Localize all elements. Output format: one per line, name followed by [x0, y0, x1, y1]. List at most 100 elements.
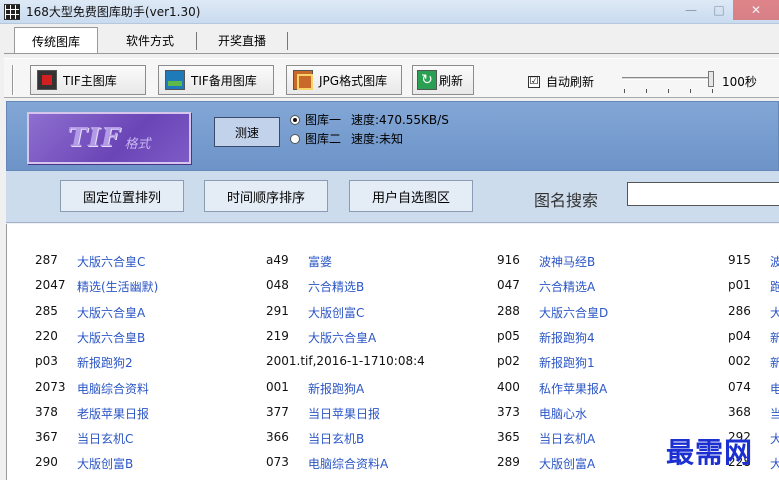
image-name-link[interactable]: 当日玄机C	[77, 430, 133, 447]
image-name-link[interactable]: 新	[770, 329, 779, 346]
minimize-button[interactable]: —	[677, 0, 705, 20]
image-name-link[interactable]: 波神马经B	[539, 253, 595, 270]
image-code: 220	[35, 328, 58, 343]
image-name-link[interactable]: 新报跑狗A	[308, 380, 364, 397]
image-code: p01	[728, 278, 751, 293]
image-code: 001	[266, 379, 289, 394]
auto-refresh-option[interactable]: ☑ 自动刷新	[528, 73, 594, 90]
image-code: 289	[497, 455, 520, 470]
image-code: 290	[35, 455, 58, 470]
toolbar-separator	[12, 65, 14, 95]
landscape-image-icon	[165, 70, 185, 90]
image-name-link[interactable]: 电脑综合资料A	[308, 455, 388, 472]
library-panel: TIF 格式 测速 图库一 速度:470.55KB/S 图库二 速度:未知	[6, 101, 779, 171]
window-controls: — □ ✕	[677, 0, 779, 20]
time-order-sort-button[interactable]: 时间顺序排序	[204, 180, 328, 212]
list-row: 290大版创富B073电脑综合资料A289大版创富A228大	[7, 450, 779, 475]
library-two-radio[interactable]	[290, 133, 300, 144]
slider-tick	[668, 89, 669, 93]
jpg-label: JPG格式图库	[319, 73, 388, 88]
library-two-speed: 速度:未知	[351, 132, 404, 146]
close-button[interactable]: ✕	[733, 0, 779, 20]
image-name-link[interactable]: 当日苹果日报	[308, 405, 380, 422]
image-name-link[interactable]: 波	[770, 253, 779, 270]
image-code: 291	[266, 303, 289, 318]
auto-refresh-checkbox[interactable]: ☑	[528, 75, 540, 88]
image-name-link[interactable]: 跑	[770, 278, 779, 295]
tab-panel-border	[4, 53, 779, 54]
slider-thumb[interactable]	[708, 71, 714, 87]
image-name-link[interactable]: 大版六合皇C	[77, 253, 145, 270]
list-row: 367当日玄机C366当日玄机B365当日玄机A292大	[7, 425, 779, 450]
image-name-link[interactable]: 大版六合皇A	[77, 304, 145, 321]
app-grid-icon	[4, 3, 20, 20]
image-name-search-input[interactable]	[627, 182, 779, 206]
image-name-link[interactable]: 当日玄机A	[539, 430, 595, 447]
auto-refresh-label: 自动刷新	[546, 75, 595, 89]
image-name-link[interactable]: 大	[770, 304, 779, 321]
image-name-link[interactable]: 新报跑狗2	[77, 354, 133, 371]
image-name-link[interactable]: 新报跑狗1	[539, 354, 595, 371]
sort-search-bar: 固定位置排列 时间顺序排序 用户自选图区 图名搜索	[6, 171, 779, 223]
image-code: p02	[497, 354, 520, 369]
image-name-link[interactable]: 富婆	[308, 253, 332, 270]
slider-track	[622, 77, 714, 80]
maximize-button[interactable]: □	[705, 0, 733, 20]
tab-live-draw[interactable]: 开奖直播	[200, 28, 284, 52]
image-name-link[interactable]: 电	[770, 380, 779, 397]
image-code: 219	[266, 328, 289, 343]
image-code: 368	[728, 404, 751, 419]
image-name-link[interactable]: 大	[770, 430, 779, 447]
list-row: 378 老版苹果日报 377 当日苹果日报 373 电脑心水 368 当	[7, 400, 779, 425]
image-name-link[interactable]: 大版创富B	[77, 455, 133, 472]
image-code: 378	[35, 404, 58, 419]
tif-backup-label: TIF备用图库	[191, 73, 257, 88]
window-title: 168大型免费图库助手(ver1.30)	[26, 5, 201, 19]
tab-traditional-library[interactable]: 传统图库	[14, 27, 98, 54]
image-name-link[interactable]: 大版创富A	[539, 455, 595, 472]
user-selection-button[interactable]: 用户自选图区	[349, 180, 473, 212]
slider-tick	[646, 89, 647, 93]
image-name-link[interactable]: 大版创富C	[308, 304, 364, 321]
image-name-link[interactable]: 大版六合皇D	[539, 304, 608, 321]
image-name-link[interactable]: 电脑综合资料	[77, 380, 149, 397]
tab-separator	[287, 32, 288, 50]
image-list: 287 大版六合皇C a49 富婆 916 波神马经B 915 波 2047 精选(生活幽默) 04…	[6, 224, 779, 480]
image-code: 365	[497, 430, 520, 445]
image-name-link[interactable]: 老版苹果日报	[77, 405, 149, 422]
library-two-option[interactable]: 图库二 速度:未知	[290, 130, 403, 147]
image-code: 366	[266, 430, 289, 445]
speed-test-button[interactable]: 测速	[214, 117, 280, 147]
library-one-option[interactable]: 图库一 速度:470.55KB/S	[290, 111, 449, 128]
library-two-label: 图库二	[305, 132, 342, 146]
image-name-link[interactable]: 私作苹果报A	[539, 380, 607, 397]
image-code: 2073	[35, 379, 66, 394]
image-code: p03	[35, 354, 58, 369]
tab-software-mode[interactable]: 软件方式	[104, 28, 196, 52]
image-name-link[interactable]: 当日玄机B	[308, 430, 364, 447]
image-code: 373	[497, 404, 520, 419]
image-name-link[interactable]: 当	[770, 405, 779, 422]
refresh-interval-slider[interactable]	[620, 71, 716, 93]
image-code: 2001.tif,2016-1-1710:08:4	[266, 354, 425, 369]
image-name-link[interactable]: 电脑心水	[539, 405, 587, 422]
image-name-link[interactable]: 大	[770, 455, 779, 472]
image-name-link[interactable]: 新报跑狗4	[539, 329, 595, 346]
refresh-button[interactable]: ↻ 刷新	[412, 65, 474, 95]
image-name-link[interactable]: 六合精选A	[539, 278, 595, 295]
logo-text: TIF	[67, 123, 121, 153]
library-one-radio[interactable]	[290, 114, 300, 125]
tab-separator	[196, 32, 197, 50]
fixed-position-sort-button[interactable]: 固定位置排列	[60, 180, 184, 212]
image-name-link[interactable]: 六合精选B	[308, 278, 364, 295]
tif-main-library-button[interactable]: TIF主图库	[30, 65, 146, 95]
image-name-link[interactable]: 大版六合皇A	[308, 329, 376, 346]
image-name-link[interactable]: 新	[770, 354, 779, 371]
image-name-link[interactable]: 精选(生活幽默)	[77, 278, 158, 295]
title-bar: 168大型免费图库助手(ver1.30) — □ ✕	[0, 0, 779, 24]
image-code: 288	[497, 303, 520, 318]
image-name-link[interactable]: 大版六合皇B	[77, 329, 145, 346]
app-window: 168大型免费图库助手(ver1.30) — □ ✕ 传统图库 软件方式 开奖直…	[0, 0, 779, 480]
jpg-library-button[interactable]: JPG格式图库	[286, 65, 402, 95]
tif-backup-library-button[interactable]: TIF备用图库	[158, 65, 274, 95]
